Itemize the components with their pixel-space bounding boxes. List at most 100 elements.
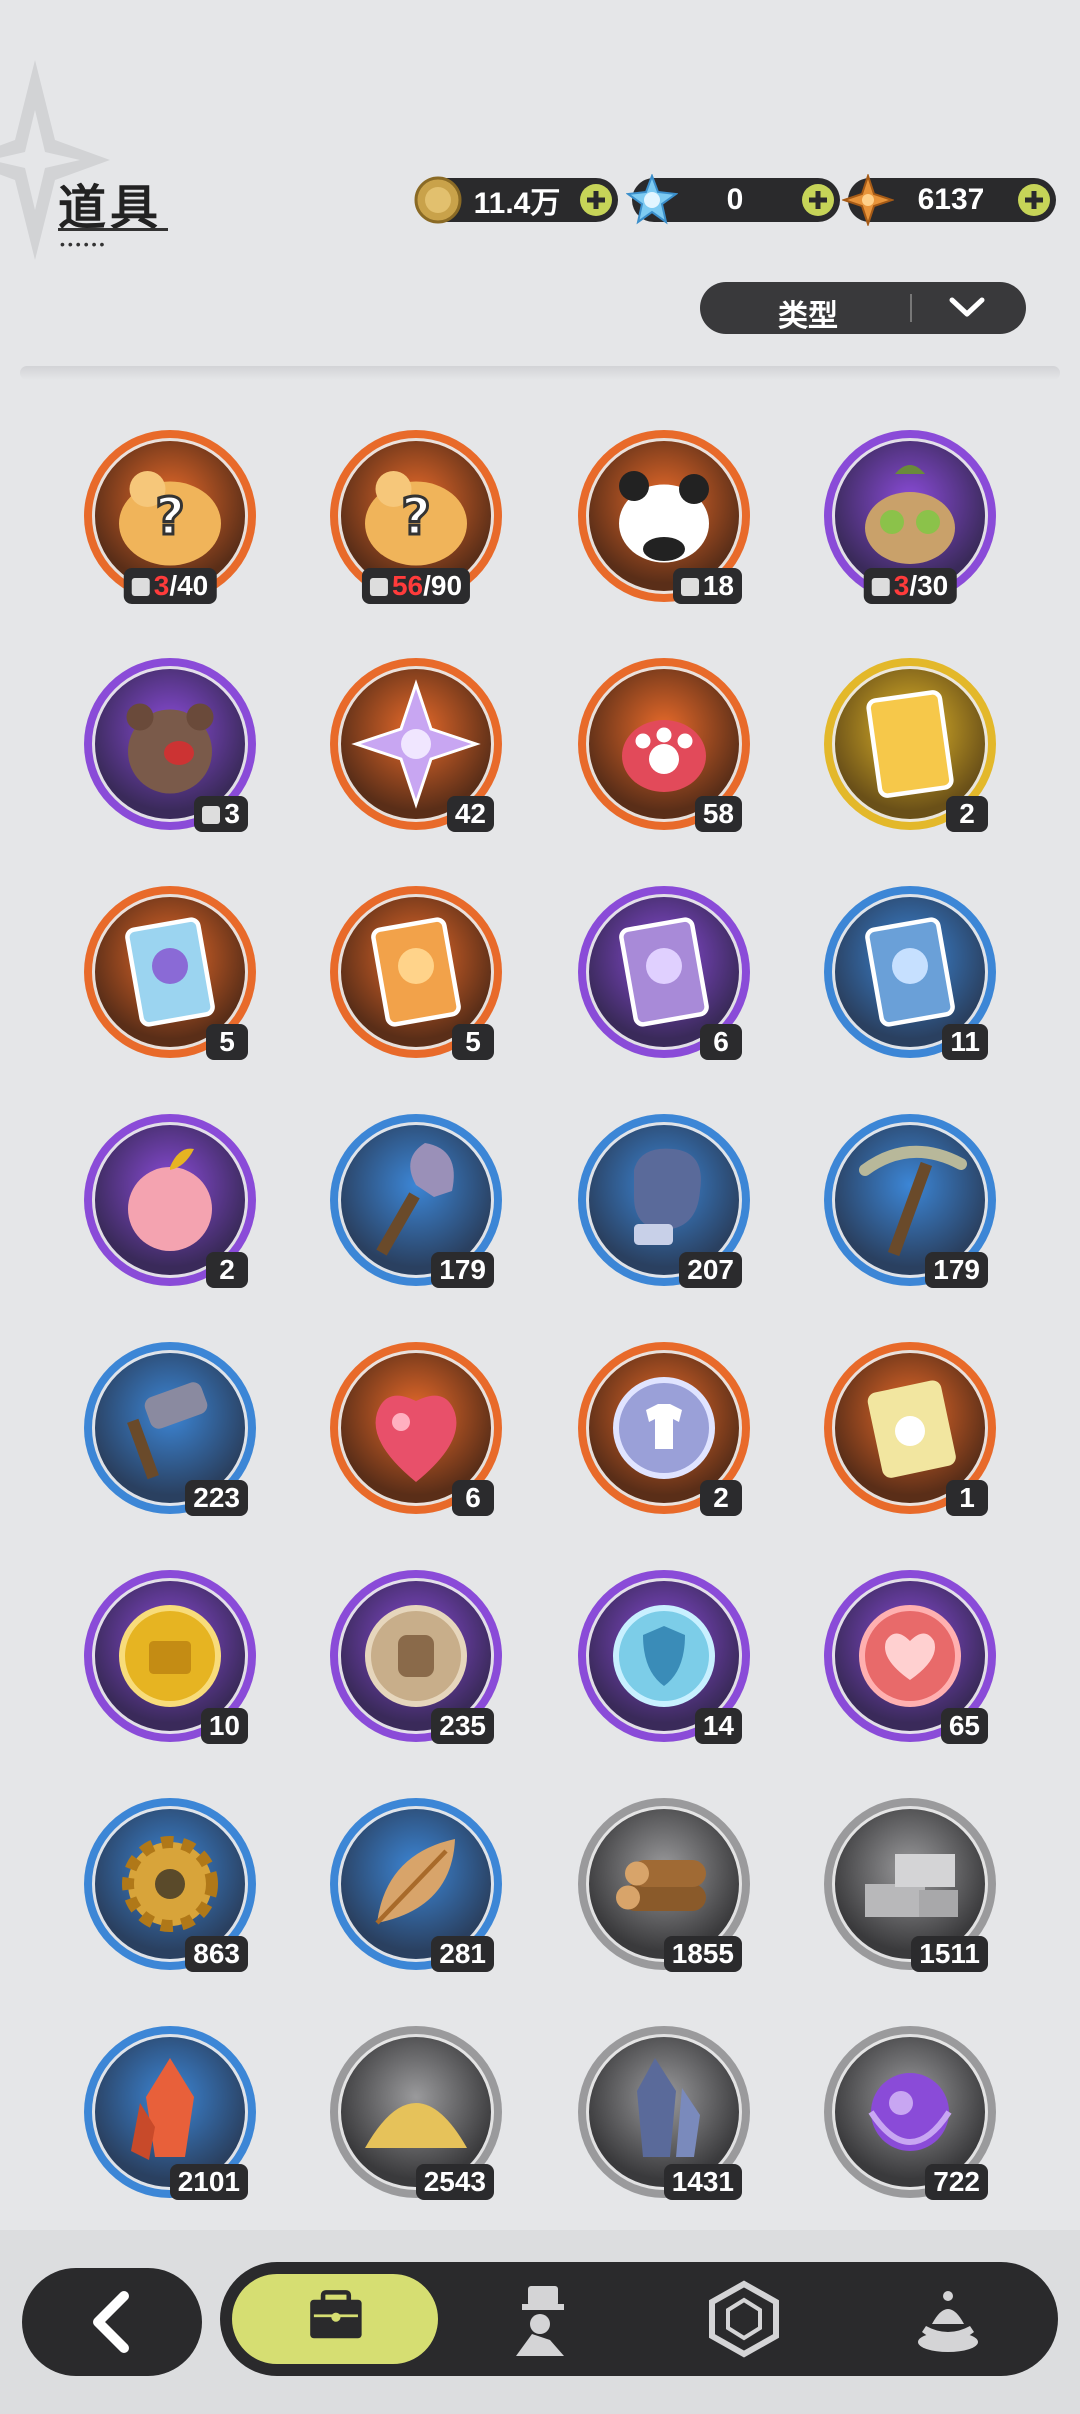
item-count-badge: 207 [679,1252,742,1288]
item-count: 5 [219,1026,235,1057]
item-slot[interactable]: 65 [824,1570,996,1744]
item-slot[interactable]: 235 [330,1570,502,1744]
item-slot[interactable]: 1 [824,1342,996,1516]
puzzle-piece-icon [369,578,388,596]
item-count: 223 [193,1482,240,1513]
item-count: 5 [465,1026,481,1057]
item-count: 1431 [671,2166,734,2197]
item-count: 65 [948,1710,980,1741]
item-slot[interactable]: 2 [578,1342,750,1516]
tab-character[interactable] [480,2270,600,2368]
item-count-badge: 3/30 [863,568,957,604]
item-count: 42 [454,798,486,829]
item-slot[interactable]: 2543 [330,2026,502,2200]
item-count-badge: 3/40 [123,568,217,604]
item-count-required: /90 [423,570,463,601]
svg-text:?: ? [155,488,185,547]
item-count-badge: 3 [194,796,248,832]
item-count: 1855 [671,1938,734,1969]
item-count-badge: 2 [700,1480,742,1516]
item-slot[interactable]: 223 [84,1342,256,1516]
item-slot[interactable]: 10 [84,1570,256,1744]
item-count-required: /30 [909,570,949,601]
item-slot[interactable]: 1431 [578,2026,750,2200]
item-slot[interactable]: 5 [84,886,256,1060]
item-slot[interactable]: 179 [330,1114,502,1288]
item-slot[interactable]: 863 [84,1798,256,1972]
item-count-badge: 5 [206,1024,248,1060]
item-count: 281 [439,1938,486,1969]
item-slot[interactable]: ? 56/90 [330,430,502,604]
item-grid: ? 3/40? 56/90 18 3/30 3 42 58 2 5 5 6 11 2 179 207 179 22… [0,0,1080,2230]
item-count: 1 [959,1482,975,1513]
item-count: 11 [950,1026,980,1057]
item-count-badge: 58 [694,796,742,832]
item-slot[interactable]: 179 [824,1114,996,1288]
item-count-badge: 65 [940,1708,988,1744]
item-count-badge: 11 [942,1024,988,1060]
item-count-badge: 5 [452,1024,494,1060]
item-slot[interactable]: 2 [84,1114,256,1288]
item-count-badge: 179 [431,1252,494,1288]
item-count-badge: 6 [452,1480,494,1516]
item-slot[interactable]: 11 [824,886,996,1060]
item-slot[interactable]: 1855 [578,1798,750,1972]
puzzle-piece-icon [131,578,150,596]
item-count-badge: 10 [200,1708,248,1744]
puzzle-piece-icon [871,578,890,596]
item-count-badge: 223 [185,1480,248,1516]
tab-bag[interactable] [228,2270,442,2368]
puzzle-piece-icon [680,578,699,596]
item-count: 6 [713,1026,729,1057]
item-slot[interactable]: 5 [330,886,502,1060]
tab-dessert[interactable] [888,2270,1008,2368]
item-slot[interactable]: 18 [578,430,750,604]
item-count-badge: 2 [946,796,988,832]
item-count-badge: 179 [925,1252,988,1288]
item-count-badge: 1 [946,1480,988,1516]
item-slot[interactable]: 3/30 [824,430,996,604]
item-slot[interactable]: 42 [330,658,502,832]
item-slot[interactable]: 58 [578,658,750,832]
item-count-badge: 42 [446,796,494,832]
back-button[interactable] [22,2268,202,2376]
item-count-badge: 6 [700,1024,742,1060]
bag-icon [310,2290,362,2339]
item-slot[interactable]: 2101 [84,2026,256,2200]
item-slot[interactable]: 3 [84,658,256,832]
item-count-badge: 2101 [169,2164,248,2200]
item-count-owned: 56 [391,570,424,601]
item-count: 3 [224,798,240,829]
item-slot[interactable]: 6 [578,886,750,1060]
tab-gem[interactable] [684,2270,804,2368]
item-count-badge: 2 [206,1252,248,1288]
item-count-badge: 2543 [415,2164,494,2200]
item-slot[interactable]: 207 [578,1114,750,1288]
item-count-badge: 56/90 [361,568,471,604]
item-slot[interactable]: 1511 [824,1798,996,1972]
item-count: 207 [687,1254,734,1285]
puzzle-piece-icon [202,806,221,824]
item-slot[interactable]: 2 [824,658,996,832]
item-slot[interactable]: 14 [578,1570,750,1744]
item-count: 58 [702,798,734,829]
item-count-badge: 281 [431,1936,494,1972]
item-count: 10 [208,1710,240,1741]
item-slot[interactable]: 722 [824,2026,996,2200]
svg-text:?: ? [401,488,431,547]
item-count: 14 [702,1710,734,1741]
item-count: 18 [702,570,734,601]
item-count: 1511 [919,1938,980,1969]
item-slot[interactable]: 6 [330,1342,502,1516]
item-slot[interactable]: ? 3/40 [84,430,256,604]
item-count: 2 [959,798,975,829]
item-count: 863 [193,1938,240,1969]
item-count-owned: 3 [893,570,910,601]
item-slot[interactable]: 281 [330,1798,502,1972]
item-count: 6 [465,1482,481,1513]
back-icon [93,2291,129,2353]
item-count: 179 [933,1254,980,1285]
item-count: 235 [439,1710,486,1741]
item-count-badge: 14 [694,1708,742,1744]
item-count-badge: 863 [185,1936,248,1972]
